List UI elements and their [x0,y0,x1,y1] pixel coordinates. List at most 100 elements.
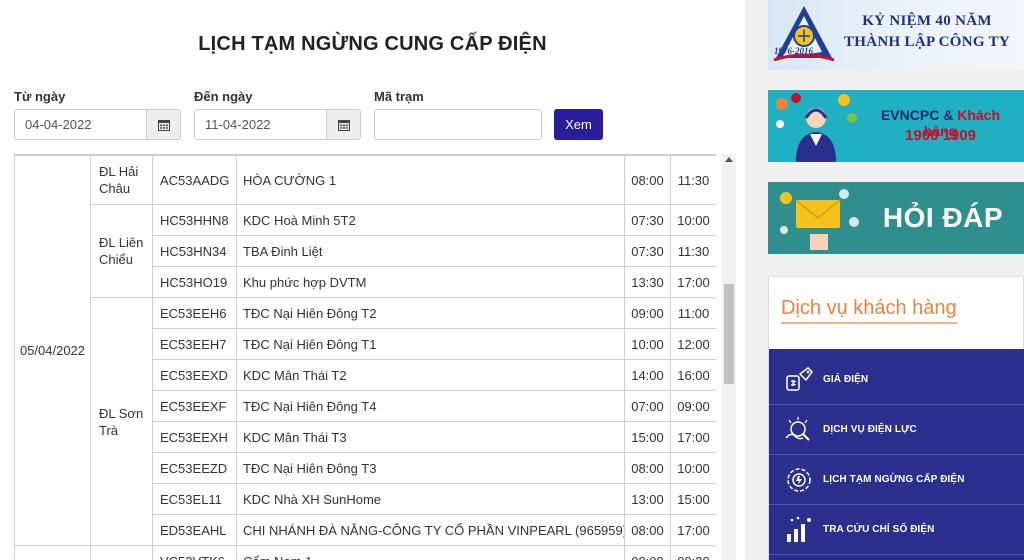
start-time-cell: 13:00 [624,483,671,515]
station-code-cell: EC53EEXF [152,390,237,422]
start-time-cell: 07:30 [624,235,671,267]
menu-item-label: TRA CỨU CHỈ SỐ ĐIỆN [823,524,935,535]
station-code-cell: HC53HN34 [152,235,237,267]
table-row: VC53VTK6 Cẩm Nam 1 08:00 09:30 [14,545,716,560]
customer-service-title[interactable]: Dịch vụ khách hàng [781,297,957,324]
anniversary-banner[interactable]: 1976-2016 KỶ NIỆM 40 NĂM THÀNH LẬP CÔNG … [768,0,1024,70]
envelope-icon [780,189,859,250]
end-time-cell: 17:00 [670,266,716,298]
station-code-cell: EC53EEH7 [152,328,237,360]
station-name-cell: CHI NHÁNH ĐÀ NẴNG-CÔNG TY CỔ PHẦN VINPEA… [236,514,625,546]
operator-icon [776,93,857,162]
hotline-banner[interactable]: EVNCPC & Khách hàng 1900 1909 [768,90,1024,162]
start-time-cell: 10:00 [624,328,671,360]
from-date-label: Từ ngày [14,89,66,104]
end-time-cell: 15:00 [670,483,716,515]
end-time-cell: 12:00 [670,328,716,360]
menu-item-label: LỊCH TẠM NGỪNG CẤP ĐIỆN [823,474,965,485]
sidebar: 1976-2016 KỶ NIỆM 40 NĂM THÀNH LẬP CÔNG … [745,0,1024,560]
station-code-cell: AC53AADG [152,155,237,205]
start-time-cell: 08:00 [624,155,671,205]
station-code-cell: HC53HO19 [152,266,237,298]
faq-title: HỎI ĐÁP [882,202,1004,233]
table-row: ĐL Liên Chiểu HC53HHN8 KDC Hoà Minh 5T2 … [15,204,716,298]
to-date-label: Đến ngày [194,89,253,104]
station-code-cell: EC53EEXD [152,359,237,391]
start-time-cell: 14:00 [624,359,671,391]
branch-cell [90,545,153,560]
service-search-icon [779,414,819,446]
page-title: LỊCH TẠM NGỪNG CUNG CẤP ĐIỆN [198,33,547,55]
start-time-cell: 15:00 [624,421,671,453]
faq-banner[interactable]: HỎI ĐÁP [768,182,1024,254]
station-name-cell: TĐC Nại Hiên Đông T1 [236,328,625,360]
from-date-input[interactable] [14,109,147,140]
schedule-table: 05/04/2022 ĐL Hải Châu AC53AADG HÒA CƯỜN… [14,154,716,560]
branch-cell: ĐL Sơn Trà [90,297,153,546]
to-date-input[interactable] [194,109,327,140]
station-name-cell: TĐC Nại Hiên Đông T4 [236,390,625,422]
view-button[interactable]: Xem [554,109,603,140]
menu-item-electricity-price[interactable]: GIÁ ĐIỆN [769,355,1024,405]
start-time-cell: 09:00 [624,297,671,329]
table-scrollbar[interactable] [722,154,736,560]
station-name-cell: TĐC Nại Hiên Đông T3 [236,452,625,484]
end-time-cell: 09:30 [670,545,716,560]
date-cell [14,545,91,560]
end-time-cell: 11:30 [670,155,716,205]
station-code-cell: EC53EL11 [152,483,237,515]
from-date-group [14,109,181,140]
station-code-cell: HC53HHN8 [152,204,237,236]
start-time-cell: 08:00 [624,545,671,560]
end-time-cell: 09:00 [670,390,716,422]
menu-item-meter-lookup[interactable]: TRA CỨU CHỈ SỐ ĐIỆN [769,505,1024,555]
branch-cell: ĐL Liên Chiểu [90,204,153,298]
hotline-number: 1900 1909 [905,127,976,144]
customer-service-panel: Dịch vụ khách hàng GIÁ ĐIỆN DỊCH VỤ ĐIỆN… [768,276,1024,560]
table-row: ĐL Sơn Trà EC53EEH6 TĐC Nại Hiên Đông T2… [15,297,716,546]
station-code-label: Mã trạm [374,89,424,104]
station-name-cell: KDC Mân Thái T3 [236,421,625,453]
station-name-cell: HÒA CƯỜNG 1 [236,155,625,205]
scroll-thumb[interactable] [724,284,734,384]
menu-item-label: DỊCH VỤ ĐIỆN LỰC [823,424,917,435]
station-name-cell: Khu phức hợp DVTM [236,266,625,298]
start-time-cell: 13:30 [624,266,671,298]
to-date-group [194,109,361,140]
start-time-cell: 08:00 [624,452,671,484]
menu-item-outage-schedule[interactable]: LỊCH TẠM NGỪNG CẤP ĐIỆN [769,455,1024,505]
end-time-cell: 16:00 [670,359,716,391]
end-time-cell: 17:00 [670,421,716,453]
menu-item-power-services[interactable]: DỊCH VỤ ĐIỆN LỰC [769,405,1024,455]
end-time-cell: 11:00 [670,297,716,329]
station-code-cell: VC53VTK6 [152,545,237,560]
main-content: LỊCH TẠM NGỪNG CUNG CẤP ĐIỆN Từ ngày Đến… [0,0,745,560]
date-cell: 05/04/2022 [14,155,91,546]
end-time-cell: 10:00 [670,204,716,236]
end-time-cell: 10:00 [670,452,716,484]
station-code-cell: EC53EEXH [152,421,237,453]
station-name-cell: KDC Hoà Minh 5T2 [236,204,625,236]
price-tag-icon [779,364,819,396]
station-name-cell: TBA Đinh Liệt [236,235,625,267]
anniversary-years: 1976-2016 [774,46,813,56]
chart-icon [779,514,819,546]
station-name-cell: KDC Mân Thái T2 [236,359,625,391]
menu-item-label: GIÁ ĐIỆN [823,374,869,385]
station-code-cell: EC53EEZD [152,452,237,484]
start-time-cell: 08:00 [624,514,671,546]
company-logo-icon [773,6,835,62]
station-name-cell: TĐC Nại Hiên Đông T2 [236,297,625,329]
station-code-cell: ED53EAHL [152,514,237,546]
calendar-icon[interactable] [327,109,361,140]
calendar-icon[interactable] [147,109,181,140]
scroll-up-arrow-icon[interactable] [725,157,733,162]
gear-cycle-icon [779,464,819,496]
station-code-input[interactable] [374,109,542,140]
station-name-cell: Cẩm Nam 1 [236,545,625,560]
station-name-cell: KDC Nhà XH SunHome [236,483,625,515]
anniversary-line2: THÀNH LẬP CÔNG TY [843,34,1011,50]
branch-cell: ĐL Hải Châu [90,155,153,205]
customer-service-menu: GIÁ ĐIỆN DỊCH VỤ ĐIỆN LỰC LỊCH TẠM NGỪNG… [769,349,1024,560]
anniversary-line1: KỶ NIỆM 40 NĂM [862,13,992,29]
